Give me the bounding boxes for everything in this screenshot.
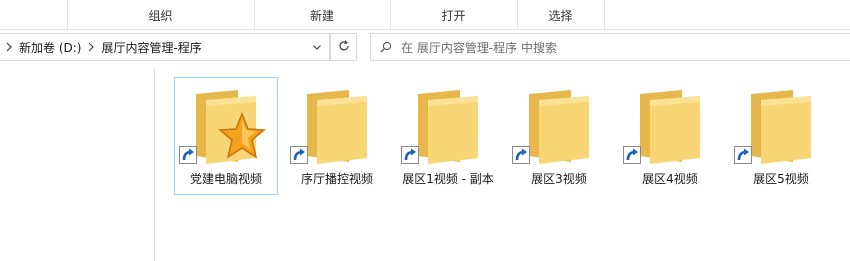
star-icon — [218, 112, 266, 159]
ribbon-separator — [604, 0, 605, 30]
chevron-down-icon[interactable] — [305, 33, 329, 61]
folder-icon-wrap — [396, 78, 500, 172]
chevron-right-icon[interactable] — [2, 40, 16, 54]
shortcut-arrow-icon — [512, 146, 530, 164]
folder-icon-wrap — [285, 78, 389, 172]
ribbon-group-open[interactable]: 打开 — [390, 0, 517, 30]
chevron-right-icon[interactable] — [84, 40, 98, 54]
breadcrumb-folder[interactable]: 展厅内容管理-程序 — [98, 39, 204, 56]
search-box[interactable]: 在 展厅内容管理-程序 中搜索 — [370, 33, 850, 61]
shortcut-arrow-icon — [290, 146, 308, 164]
refresh-icon — [337, 39, 351, 56]
folder-item[interactable]: 展区3视频 — [507, 77, 611, 195]
ribbon-group-label: 新建 — [309, 8, 334, 23]
shortcut-arrow-icon — [734, 146, 752, 164]
folder-icon — [751, 90, 811, 164]
search-icon — [371, 33, 401, 61]
address-row: 新加卷 (D:) 展厅内容管理-程序 在 展厅内容管理-程序 中搜索 — [0, 32, 850, 64]
folder-label: 展区1视频 - 副本 — [402, 172, 494, 186]
refresh-button[interactable] — [330, 33, 357, 61]
folder-icon — [640, 90, 700, 164]
folder-label: 展区4视频 — [642, 172, 698, 186]
folder-item[interactable]: 展区4视频 — [618, 77, 722, 195]
folder-label: 展区3视频 — [531, 172, 587, 186]
breadcrumb-drive[interactable]: 新加卷 (D:) — [16, 39, 84, 56]
shortcut-arrow-icon — [401, 146, 419, 164]
search-placeholder: 在 展厅内容管理-程序 中搜索 — [401, 40, 557, 55]
folder-item[interactable]: 序厅播控视频 — [285, 77, 389, 195]
folder-icon — [529, 90, 589, 164]
ribbon-group-select[interactable]: 选择 — [517, 0, 604, 30]
folder-icon-wrap — [507, 78, 611, 172]
folder-item[interactable]: 党建电脑视频 — [174, 77, 278, 195]
folder-icon-wrap — [729, 78, 833, 172]
ribbon-group-label: 组织 — [148, 8, 173, 23]
navigation-pane[interactable] — [0, 68, 155, 261]
folder-icon-wrap — [174, 78, 278, 172]
ribbon-group-label: 打开 — [441, 8, 466, 23]
file-list[interactable]: 党建电脑视频 序厅播控视频 展区1视频 - 副本 展区3视频 展区4视频 展区5… — [156, 68, 850, 261]
ribbon: 组织 新建 打开 选择 — [0, 0, 850, 30]
folder-item[interactable]: 展区1视频 - 副本 — [396, 77, 500, 195]
shortcut-arrow-icon — [623, 146, 641, 164]
folder-icon — [307, 90, 367, 164]
ribbon-group-organize[interactable]: 组织 — [67, 0, 254, 30]
folder-label: 展区5视频 — [753, 172, 809, 186]
folder-label: 序厅播控视频 — [300, 172, 373, 186]
shortcut-arrow-icon — [179, 146, 197, 164]
ribbon-group-label: 选择 — [548, 8, 573, 23]
folder-icon-wrap — [618, 78, 722, 172]
ribbon-group-new[interactable]: 新建 — [254, 0, 390, 30]
address-bar[interactable]: 新加卷 (D:) 展厅内容管理-程序 — [0, 33, 330, 61]
folder-item[interactable]: 展区5视频 — [729, 77, 833, 195]
folder-icon — [418, 90, 478, 164]
folder-label: 党建电脑视频 — [189, 172, 262, 186]
